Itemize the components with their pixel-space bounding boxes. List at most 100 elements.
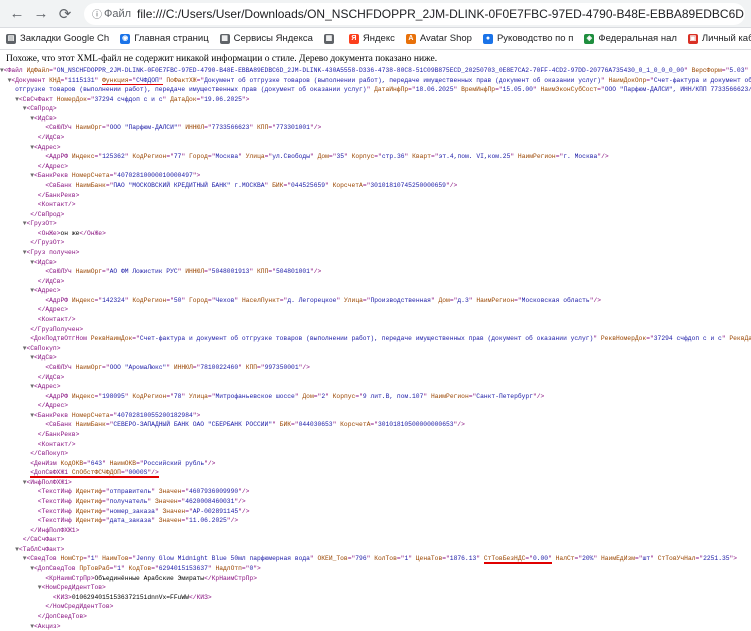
bookmark-label: Федеральная нал <box>598 33 677 44</box>
xml-tag: "/> <box>532 392 545 400</box>
xml-tag: <КрНаимСтрПр> <box>45 574 95 582</box>
xml-attr-name: Значен <box>154 498 178 506</box>
xml-attr-value: 125362 <box>102 153 125 161</box>
xml-line: ▼<ДопСведТов ПрТовРаб="1" КодТов="629401… <box>0 564 751 574</box>
xml-tag: " <box>344 153 352 161</box>
grid-icon: ▦ <box>323 33 334 44</box>
xml-tag: <Контакт/> <box>37 201 76 209</box>
bookmark-item[interactable]: ▦ Сервисы Яндекса <box>219 33 313 44</box>
xml-tag: " <box>593 555 602 563</box>
xml-tag: =" <box>128 555 137 563</box>
xml-tag: " <box>408 555 416 563</box>
xml-tag: =" <box>166 296 174 304</box>
xml-tag: <СвБанк <box>45 181 76 189</box>
bookmark-item[interactable]: ● Руководство по п <box>482 33 573 44</box>
reload-button[interactable]: ⟳ <box>54 3 76 25</box>
xml-tag: <ТекстИнф <box>37 488 76 496</box>
xml-tag: =" <box>442 555 450 563</box>
xml-tag: " <box>238 153 246 161</box>
xml-tag: </КрНаимСтрПр> <box>204 574 257 582</box>
xml-tag: <Адрес> <box>34 143 61 151</box>
xml-tag: =" <box>495 86 503 94</box>
xml-text: он же <box>60 229 80 237</box>
xml-attr-name: НаимЭконСубСост <box>540 86 598 94</box>
bookmark-item[interactable]: ▤ Закладки Google Ch <box>6 33 109 44</box>
bookmark-item[interactable]: ▣Личный кабинет <box>687 33 751 44</box>
xml-style-notice: Похоже, что этот XML-файл не содержит ни… <box>6 54 438 64</box>
xml-line: ▼<СвСчФакт НомерДок="37294 счфдоп с и с"… <box>0 95 751 105</box>
xml-line: </Адрес> <box>0 401 751 411</box>
xml-tag: =" <box>181 488 189 496</box>
xml-tag: "/> <box>147 469 159 478</box>
xml-attr-value: ул.Свободы <box>272 153 310 161</box>
xml-tag: =" <box>695 555 704 563</box>
xml-line: ▼<ТаблСчФакт> <box>0 545 751 555</box>
xml-attr-name: ВерсФорм <box>691 67 722 74</box>
xml-tag: " <box>310 153 318 161</box>
xml-attr-name: ИдФайл <box>26 67 50 74</box>
xml-tag: </БанкРекв> <box>37 191 80 199</box>
xml-attr-value: 30101810500000000653 <box>377 421 454 429</box>
xml-attr-name: НаимРегион <box>476 296 515 304</box>
xml-tag: " <box>162 95 171 103</box>
forward-button[interactable]: → <box>30 3 52 25</box>
xml-line: <АдрРФ Индекс="198095" КодРегион="78" Ул… <box>0 392 751 402</box>
xml-attr-name: Идентиф <box>75 498 103 506</box>
xml-attr-value: 044030653 <box>298 421 333 429</box>
url-text[interactable]: file:///C:/Users/User/Downloads/ON_NSCHF… <box>137 7 745 21</box>
xml-attr-name: КодОКВ <box>60 459 84 467</box>
xml-attr-value: 7733566623 <box>211 124 250 132</box>
xml-attr-name: НомСтр <box>60 555 84 563</box>
xml-attr-value: 044525659 <box>291 181 326 189</box>
xml-line: ▼<Файл ИдФайл="ON_NSCHFDOPPR_2JM-DLINK-0… <box>0 66 751 76</box>
xml-tag: "> <box>192 411 201 419</box>
xml-attr-value: Санкт-Петербург <box>476 392 533 400</box>
xml-attr-name: Индекс <box>71 153 95 161</box>
bookmark-item[interactable]: ▦ <box>323 33 338 44</box>
xml-tag: =" <box>525 555 533 565</box>
xml-tag: <СведТов <box>26 555 61 563</box>
xml-tag: "/> <box>234 498 246 506</box>
xml-tag: "/> <box>238 507 250 515</box>
xml-tag: =" <box>128 76 137 86</box>
xml-line: <КИЗ>0106294015153637215idnnVx=FFuWW</КИ… <box>0 593 751 603</box>
xml-line: </БанкРекв> <box>0 430 751 440</box>
xml-tag: =" <box>109 565 118 573</box>
xml-attr-name: СпОбстФСЧФДОП <box>71 469 121 478</box>
xml-tag: "> <box>729 555 738 563</box>
xml-line: <ТекстИнф Идентиф="получатель" Значен="4… <box>0 497 751 507</box>
address-bar[interactable]: ⓘ Файл file:///C:/Users/User/Downloads/O… <box>84 2 745 25</box>
xml-attr-name: ПоФактХЖ <box>166 76 197 84</box>
xml-line: </ДопСведТов> <box>0 612 751 622</box>
xml-tag: =" <box>646 335 654 343</box>
xml-tag: <Документ <box>11 76 50 84</box>
xml-line: ▼<СведТов НомСтр="1" НаимТов="Jenny Glow… <box>0 554 751 565</box>
xml-tag: =" <box>83 459 91 467</box>
bookmark-item[interactable]: Я Яндекс <box>348 33 395 44</box>
xml-line: <КрНаимСтрПр>Объединённые Арабские Эмира… <box>0 574 751 584</box>
info-icon[interactable]: ⓘ <box>92 8 102 21</box>
xml-tag: "/> <box>238 488 250 496</box>
grid-icon: ▦ <box>219 33 230 44</box>
bookmark-item[interactable]: ◉ Главная страниц <box>120 33 209 44</box>
bookmark-item[interactable]: A Avatar Shop <box>405 33 472 44</box>
back-button[interactable]: ← <box>6 3 28 25</box>
xml-tag: " <box>744 67 749 74</box>
xml-tag: </Адрес> <box>37 402 69 410</box>
bookmark-item[interactable]: ◈ Федеральная нал <box>584 33 677 44</box>
xml-line: </ГрузПолучен> <box>0 325 751 335</box>
xml-attr-value: ООО "Парфюм-ДАЛСИ" <box>109 124 178 132</box>
xml-attr-value: 35 <box>336 153 345 161</box>
xml-attr-value: Москва <box>215 153 239 161</box>
